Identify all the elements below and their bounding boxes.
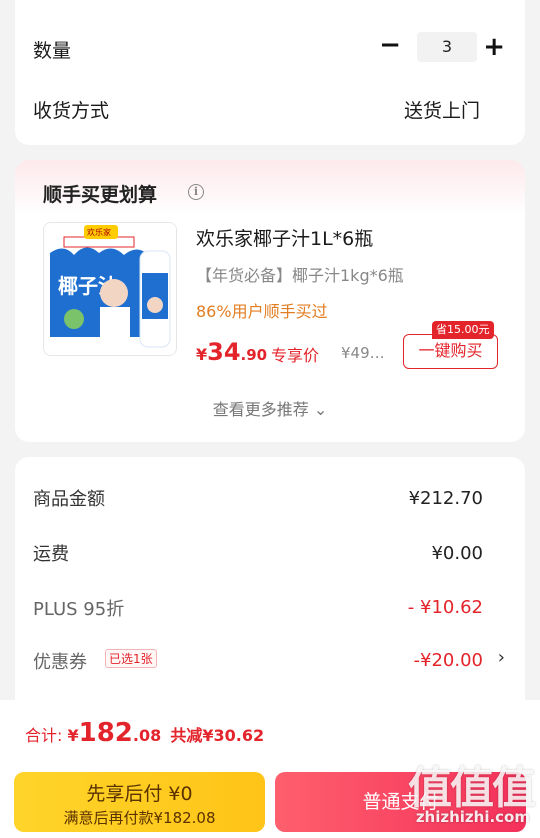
total-integer: 182 xyxy=(78,718,133,748)
delivery-value[interactable]: 送货上门 xyxy=(404,96,480,123)
chevron-right-icon[interactable]: › xyxy=(498,647,505,668)
info-icon[interactable]: i xyxy=(188,184,204,200)
order-summary-card: 商品金额 ¥212.70 运费 ¥0.00 PLUS 95折 - ¥10.62 … xyxy=(15,457,525,717)
coconut-juice-image: 椰子汁 欢乐家 xyxy=(44,223,176,355)
price-symbol: ¥ xyxy=(196,345,208,364)
bundle-recommendation-card: 顺手买更划算 i 椰子汁 欢乐家 欢乐家椰子汁1L*6瓶 【年货必备】椰子汁1k… xyxy=(15,160,525,442)
image-brand-text: 欢乐家 xyxy=(87,227,111,237)
watermark-logo: 值值值 xyxy=(408,763,536,814)
total-saved: 共减¥30.62 xyxy=(170,726,265,745)
pay-later-button[interactable]: 先享后付 ¥0 满意后再付款¥182.08 xyxy=(14,772,265,832)
total-label: 合计: xyxy=(25,726,68,745)
total-symbol: ¥ xyxy=(67,726,79,745)
pay-later-subtitle: 满意后再付款¥182.08 xyxy=(63,809,216,827)
coupon-value[interactable]: -¥20.00 xyxy=(414,650,483,671)
shipping-value: ¥0.00 xyxy=(431,543,483,564)
exclusive-price-tag: 专享价 xyxy=(271,346,320,365)
shipping-label: 运费 xyxy=(33,544,69,565)
pay-later-title: 先享后付 ¥0 xyxy=(86,783,193,805)
social-proof-text: 86%用户顺手买过 xyxy=(196,302,328,321)
one-click-buy-button[interactable]: 一键购买 xyxy=(403,334,498,369)
coupon-label[interactable]: 优惠券 xyxy=(33,648,87,674)
product-name[interactable]: 欢乐家椰子汁1L*6瓶 xyxy=(196,224,373,251)
order-total: 合计: ¥182.08 共减¥30.62 xyxy=(25,718,264,748)
plus-discount-value: - ¥10.62 xyxy=(407,597,483,618)
price-decimal: .90 xyxy=(240,346,268,364)
price-integer: 34 xyxy=(207,338,241,366)
plus-discount-label: PLUS 95折 xyxy=(33,599,125,620)
goods-amount-value: ¥212.70 xyxy=(408,488,483,509)
coupon-selected-badge: 已选1张 xyxy=(105,649,157,668)
quantity-plus-button[interactable]: + xyxy=(483,34,505,60)
original-price: ¥49… xyxy=(341,344,385,362)
goods-amount-label: 商品金额 xyxy=(33,489,105,510)
watermark-url: zhizhizhi.com xyxy=(415,808,530,826)
quantity-minus-button[interactable]: − xyxy=(379,32,401,58)
recommend-title: 顺手买更划算 xyxy=(43,184,158,206)
quantity-label: 数量 xyxy=(33,40,72,62)
delivery-label: 收货方式 xyxy=(33,100,110,122)
product-price: ¥34.90 xyxy=(196,338,267,366)
quantity-input[interactable]: 3 xyxy=(417,32,477,62)
see-more-recommendations-link[interactable]: 查看更多推荐 ⌄ xyxy=(15,396,525,420)
savings-badge: 省15.00元 xyxy=(432,321,494,339)
order-options-card: 数量 − 3 + 收货方式 送货上门 xyxy=(15,0,525,145)
total-decimal: .08 xyxy=(132,726,162,745)
product-image[interactable]: 椰子汁 欢乐家 xyxy=(43,222,177,356)
product-spec: 【年货必备】椰子汁1kg*6瓶 xyxy=(196,266,404,285)
